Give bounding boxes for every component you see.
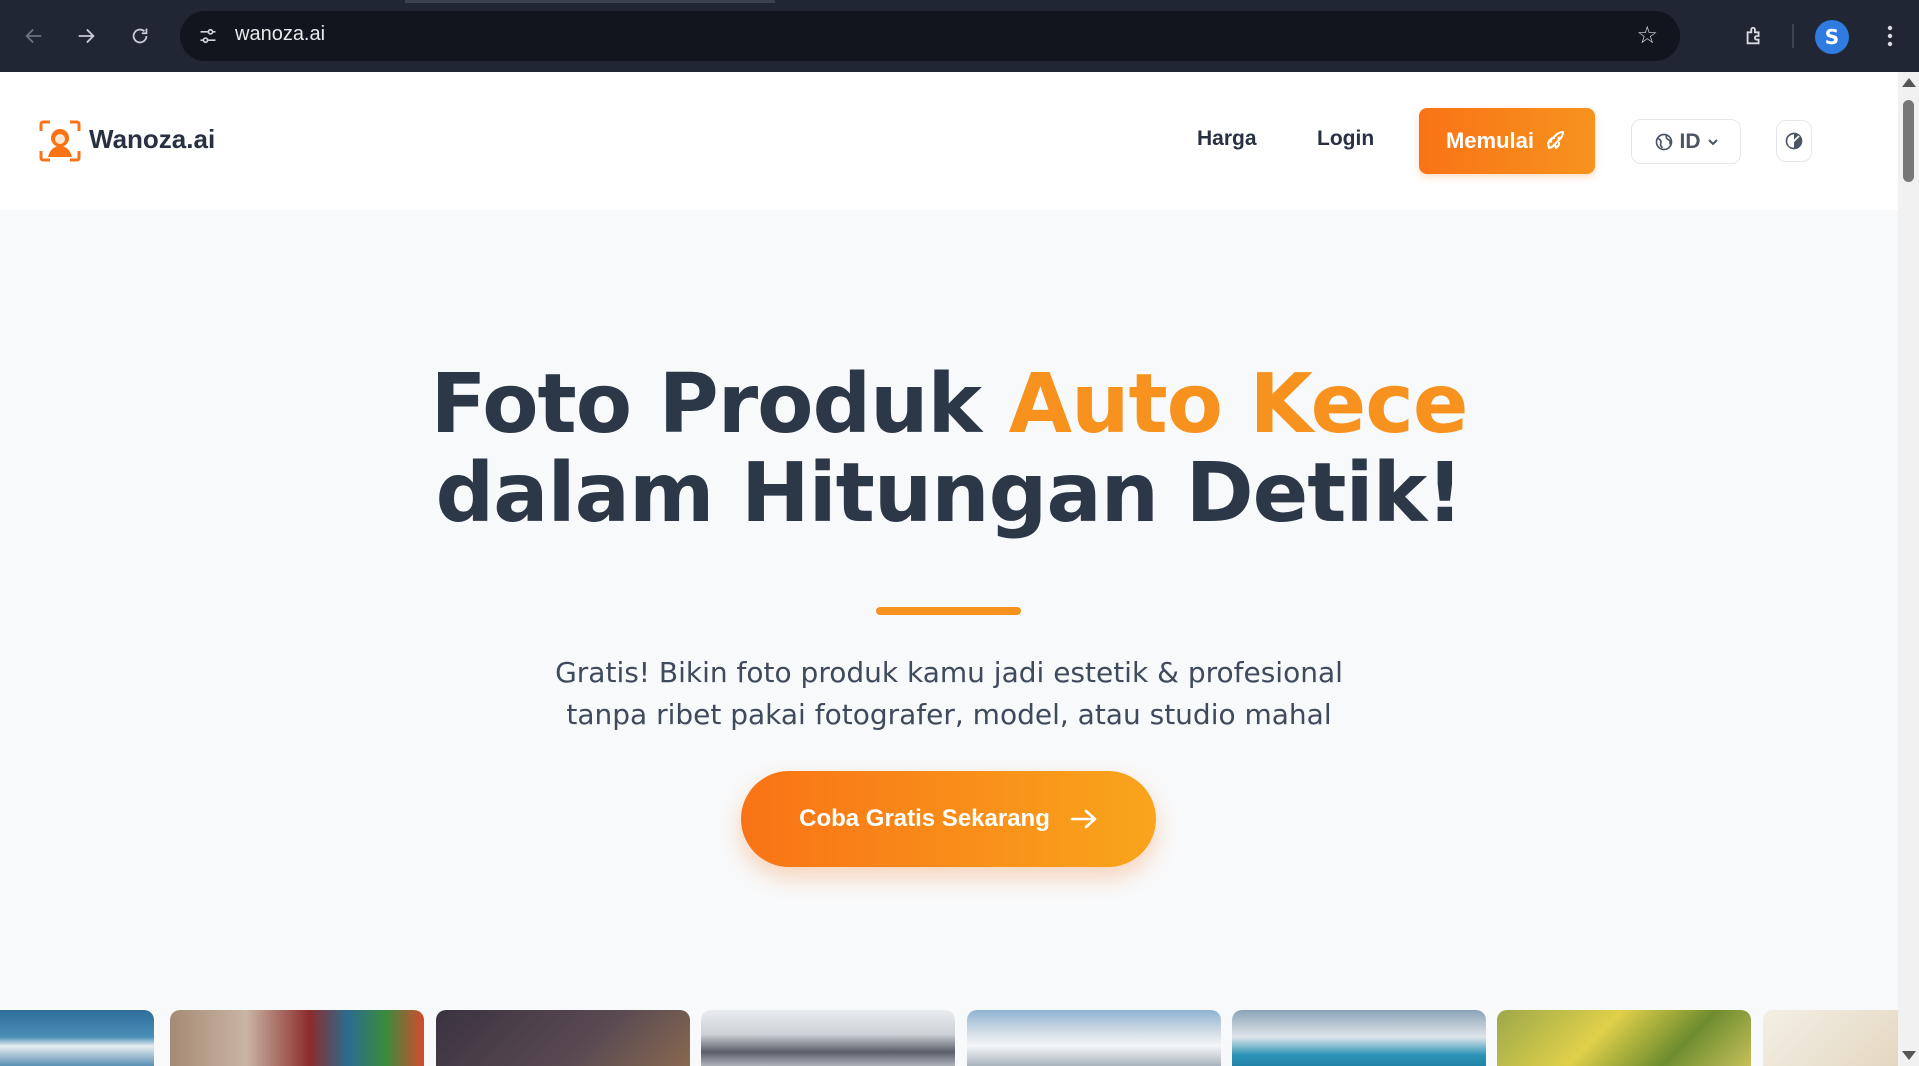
language-selector[interactable]: ID [1631,119,1741,164]
reload-icon[interactable] [122,18,158,54]
nav-link-login[interactable]: Login [1317,127,1374,151]
url-text[interactable]: wanoza.ai [235,23,325,46]
forward-icon[interactable] [68,18,104,54]
gallery-image[interactable] [1763,1010,1898,1066]
hero-title-part2: dalam Hitungan Detik! [435,446,1463,541]
browser-toolbar: wanoza.ai ☆ S [0,0,1919,72]
profile-icon[interactable]: S [1815,20,1849,54]
scrollbar-thumb[interactable] [1903,100,1914,182]
logo-icon[interactable] [38,119,82,163]
bookmark-star-icon[interactable]: ☆ [1636,21,1658,49]
chevron-down-icon [1707,138,1718,145]
hero-title-accent: Auto Kece [1008,357,1469,452]
language-code: ID [1679,129,1701,153]
try-free-button[interactable]: Coba Gratis Sekarang [741,771,1156,867]
page-scrollbar[interactable] [1898,72,1919,1066]
gallery-image[interactable] [170,1010,424,1066]
scroll-down-icon[interactable] [1902,1051,1916,1060]
back-icon[interactable] [16,18,52,54]
hero-subtitle-line1: Gratis! Bikin foto produk kamu jadi este… [555,656,1343,689]
gallery-image[interactable] [1497,1010,1751,1066]
get-started-label: Memulai [1445,128,1535,153]
gallery-image[interactable] [436,1010,690,1066]
site-settings-icon[interactable] [192,20,224,52]
rocket-icon [1547,131,1565,149]
hero-title: Foto Produk Auto Kece dalam Hitungan Det… [0,360,1898,538]
gallery-image[interactable] [1232,1010,1486,1066]
hero-divider [876,607,1021,615]
gallery-image[interactable] [701,1010,955,1066]
address-bar[interactable]: wanoza.ai ☆ [180,11,1680,61]
page-content: Wanoza.ai Harga Login Memulai ID Foto Pr… [0,72,1898,1066]
get-started-button[interactable]: Memulai [1419,108,1595,174]
gallery-image[interactable] [0,1010,154,1066]
hero-title-part1: Foto Produk [430,357,1009,452]
extensions-icon[interactable] [1736,18,1772,54]
arrow-right-icon [1070,809,1097,829]
gallery-image[interactable] [967,1010,1221,1066]
contrast-icon [1785,132,1803,150]
site-header: Wanoza.ai Harga Login Memulai ID [0,72,1898,210]
menu-icon[interactable] [1872,18,1908,54]
toolbar-separator [1792,24,1794,48]
example-gallery [0,1010,1898,1066]
nav-link-pricing[interactable]: Harga [1197,127,1257,151]
active-tab-indicator [405,0,775,3]
scroll-up-icon[interactable] [1902,78,1916,87]
try-free-label: Coba Gratis Sekarang [799,805,1050,832]
brand-name[interactable]: Wanoza.ai [89,124,215,155]
hero-subtitle-line2: tanpa ribet pakai fotografer, model, ata… [566,698,1332,731]
hero-subtitle: Gratis! Bikin foto produk kamu jadi este… [0,652,1898,736]
globe-icon [1655,133,1672,150]
theme-toggle-button[interactable] [1776,120,1812,162]
